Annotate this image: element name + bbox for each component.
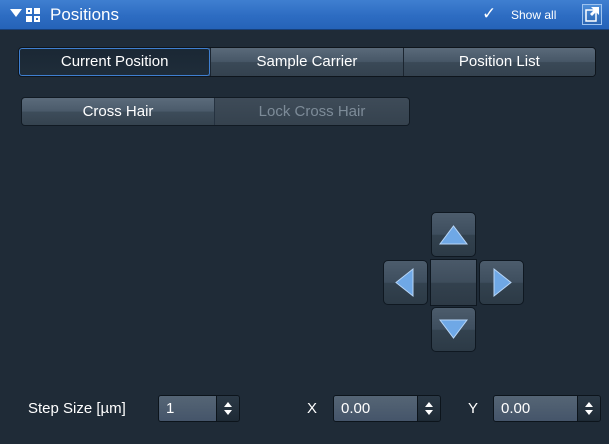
cross-hair-button[interactable]: Cross Hair <box>22 98 214 125</box>
y-spinbox[interactable]: 0.00 <box>493 395 601 422</box>
crosshair-controls: Cross Hair Lock Cross Hair <box>21 97 410 126</box>
arrow-right-icon <box>493 267 512 298</box>
y-stepper[interactable] <box>578 396 600 421</box>
dpad-center <box>430 259 477 306</box>
x-position-input[interactable]: 0.00 <box>334 396 418 421</box>
y-position-input[interactable]: 0.00 <box>494 396 578 421</box>
tab-current-position[interactable]: Current Position <box>19 48 211 76</box>
position-tabs: Current Position Sample Carrier Position… <box>18 47 596 77</box>
undock-button[interactable] <box>582 4 602 25</box>
show-all-label: Show all <box>511 8 557 22</box>
step-size-input[interactable]: 1 <box>159 396 217 421</box>
arrow-left-icon <box>395 267 414 298</box>
positions-panel: Positions ✓ Show all Current Position Sa… <box>0 0 609 444</box>
stepper-up-icon[interactable] <box>585 402 593 407</box>
move-right-button[interactable] <box>479 260 524 305</box>
positions-grid-icon <box>26 8 40 22</box>
move-left-button[interactable] <box>383 260 428 305</box>
stepper-down-icon[interactable] <box>224 410 232 415</box>
stepper-down-icon[interactable] <box>425 410 433 415</box>
arrow-up-icon <box>439 225 468 245</box>
stepper-up-icon[interactable] <box>224 402 232 407</box>
checkmark-icon: ✓ <box>482 4 497 23</box>
move-down-button[interactable] <box>431 307 476 352</box>
stepper-up-icon[interactable] <box>425 402 433 407</box>
tab-sample-carrier[interactable]: Sample Carrier <box>210 48 403 76</box>
undock-icon <box>585 7 599 22</box>
panel-header[interactable]: Positions ✓ Show all <box>0 0 609 30</box>
panel-title: Positions <box>50 5 119 24</box>
x-stepper[interactable] <box>418 396 440 421</box>
tab-position-list[interactable]: Position List <box>402 48 595 76</box>
move-up-button[interactable] <box>431 212 476 257</box>
step-size-spinbox[interactable]: 1 <box>158 395 240 422</box>
arrow-down-icon <box>439 319 468 339</box>
collapse-triangle-icon[interactable] <box>10 9 22 17</box>
y-label: Y <box>468 400 479 417</box>
step-size-label: Step Size [µm] <box>28 400 126 417</box>
show-all-toggle[interactable]: ✓ Show all <box>476 0 576 29</box>
step-size-stepper[interactable] <box>217 396 239 421</box>
stepper-down-icon[interactable] <box>585 410 593 415</box>
x-spinbox[interactable]: 0.00 <box>333 395 441 422</box>
lock-cross-hair-button: Lock Cross Hair <box>214 98 409 125</box>
x-label: X <box>307 400 318 417</box>
